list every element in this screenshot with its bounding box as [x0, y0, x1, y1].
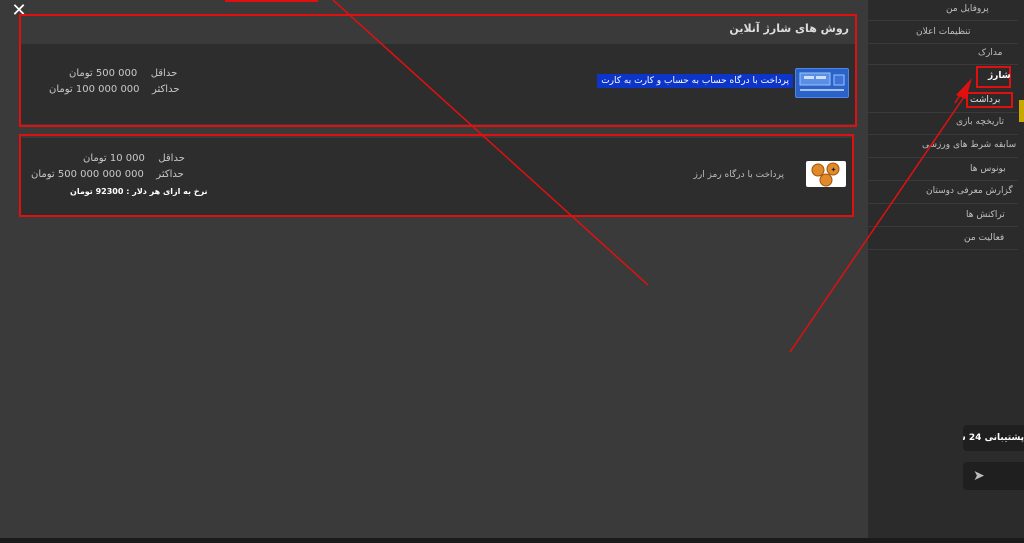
sidebar-item-my-activity[interactable]: فعالیت من: [964, 233, 1004, 243]
crypto-charge-section: ✦ پرداخت با درگاه رمز ارز حداقل000 10 تو…: [19, 134, 854, 217]
send-button[interactable]: ➤: [963, 462, 1024, 490]
divider: [868, 43, 1018, 44]
sidebar-item-charge[interactable]: شارژ: [988, 71, 1011, 81]
payment-method-card[interactable]: پرداخت با درگاه حساب به حساب و کارت به ک…: [21, 44, 855, 124]
sidebar-item-transactions[interactable]: تراکنش ها: [966, 210, 1005, 220]
divider: [868, 134, 1018, 135]
annotation-mark: [225, 0, 318, 2]
divider: [868, 112, 1018, 113]
crypto-coins-icon: ✦: [806, 161, 846, 187]
sidebar-item-referral-report[interactable]: گزارش معرفی دوستان: [926, 186, 1013, 196]
payment-method-crypto[interactable]: ✦ پرداخت با درگاه رمز ارز حداقل000 10 تو…: [21, 138, 852, 215]
sidebar-item-bonuses[interactable]: بونوس ها: [970, 164, 1006, 174]
bank-card-icon: [795, 68, 849, 98]
online-charge-section: روش های شارژ آنلاین پرداخت با درگاه حساب…: [19, 14, 857, 127]
divider: [868, 20, 1018, 21]
divider: [868, 180, 1018, 181]
min-limit: حداقل000 10 تومان: [83, 153, 185, 164]
divider: [868, 249, 1018, 250]
sidebar-item-notification-settings[interactable]: تنظیمات اعلان: [916, 27, 970, 37]
exchange-rate: نرخ به ازای هر دلار : 92300 تومان: [70, 187, 208, 196]
sidebar-item-documents[interactable]: مدارک: [978, 48, 1002, 58]
divider: [868, 64, 1018, 65]
min-limit: حداقل000 500 تومان: [69, 68, 178, 79]
payment-method-label: پرداخت با درگاه رمز ارز: [693, 170, 785, 180]
accent-bar: [1019, 100, 1024, 122]
send-icon: ➤: [973, 468, 985, 484]
divider: [868, 226, 1018, 227]
divider: [868, 203, 1018, 204]
sidebar-item-sports-bet-history[interactable]: سابقه شرط های ورزشی: [922, 140, 1016, 150]
section-title: روش های شارژ آنلاین: [729, 22, 849, 35]
max-limit: حداکثر000 000 100 تومان: [49, 84, 180, 95]
charge-modal: ✕ روش های شارژ آنلاین پرداخت با درگاه حس…: [0, 0, 868, 538]
support-chat-label[interactable]: پشتیبانی 24 ساعته: [963, 425, 1024, 451]
max-limit: حداکثر000 000 000 500 تومان: [31, 169, 184, 180]
payment-method-label: پرداخت با درگاه حساب به حساب و کارت به ک…: [597, 74, 793, 88]
svg-text:✦: ✦: [831, 166, 837, 174]
sidebar-item-profile[interactable]: پروفایل من: [946, 4, 989, 14]
taskbar-strip: [0, 538, 1024, 543]
sidebar-item-game-history[interactable]: تاریخچه بازی: [956, 117, 1004, 127]
divider: [868, 157, 1018, 158]
sidebar-item-withdraw[interactable]: برداشت: [970, 95, 1000, 105]
